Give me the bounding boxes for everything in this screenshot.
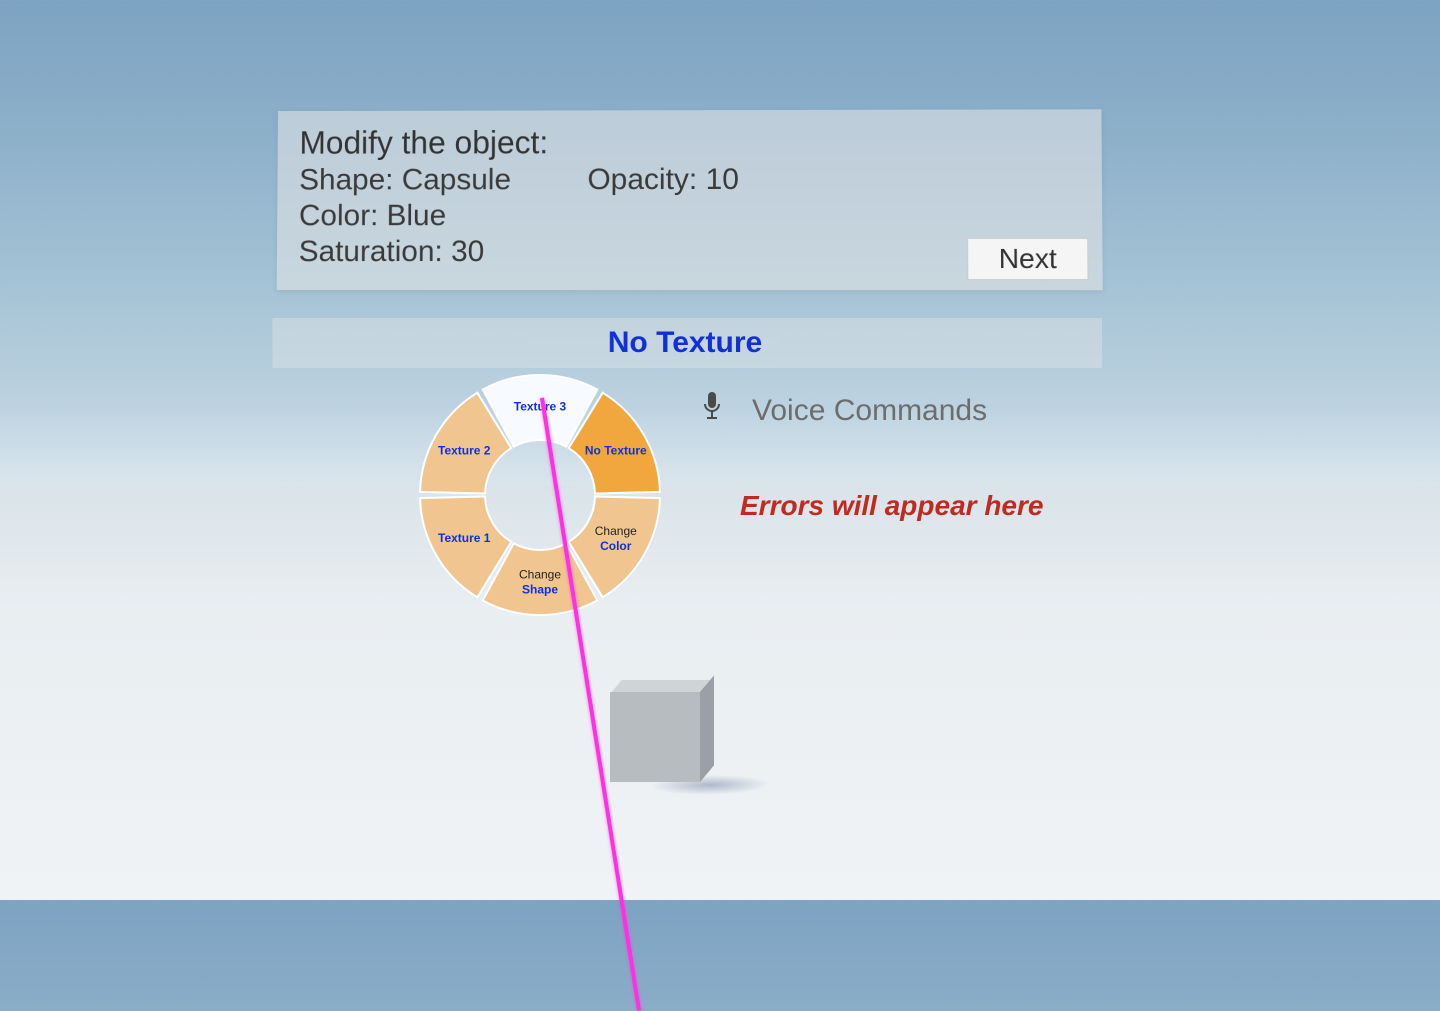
shape-value: Capsule bbox=[402, 163, 511, 196]
next-button[interactable]: Next bbox=[967, 238, 1088, 280]
color-label: Color: bbox=[299, 199, 378, 232]
radial-item-label: Shape bbox=[522, 583, 558, 597]
instruction-panel: Modify the object: Shape: Capsule Opacit… bbox=[277, 109, 1103, 290]
scene-ground bbox=[0, 485, 1440, 900]
voice-commands-row: Voice Commands bbox=[700, 390, 987, 432]
radial-item-label: Texture 2 bbox=[438, 443, 491, 457]
voice-commands-label: Voice Commands bbox=[752, 394, 987, 428]
radial-item-label-top: Change bbox=[595, 524, 637, 538]
opacity-value: 10 bbox=[706, 163, 739, 196]
color-value: Blue bbox=[387, 199, 447, 232]
cube-front-face bbox=[610, 692, 700, 782]
errors-placeholder: Errors will appear here bbox=[740, 490, 1043, 522]
saturation-value: 30 bbox=[451, 235, 484, 268]
radial-item-label: Color bbox=[600, 539, 632, 553]
saturation-label: Saturation: bbox=[299, 235, 443, 268]
instruction-title: Modify the object: bbox=[299, 123, 1079, 161]
cube-side-face bbox=[700, 675, 714, 782]
radial-item-label: No Texture bbox=[585, 443, 647, 457]
radial-item-label: Texture 1 bbox=[438, 531, 491, 545]
texture-status-bar: No Texture bbox=[272, 318, 1102, 368]
radial-item-label-top: Change bbox=[519, 568, 561, 582]
opacity-label: Opacity: bbox=[587, 163, 697, 196]
shape-label: Shape: bbox=[299, 163, 393, 196]
scene-object-cube[interactable] bbox=[610, 680, 720, 790]
microphone-icon[interactable] bbox=[700, 390, 724, 432]
texture-status-text: No Texture bbox=[608, 326, 762, 359]
